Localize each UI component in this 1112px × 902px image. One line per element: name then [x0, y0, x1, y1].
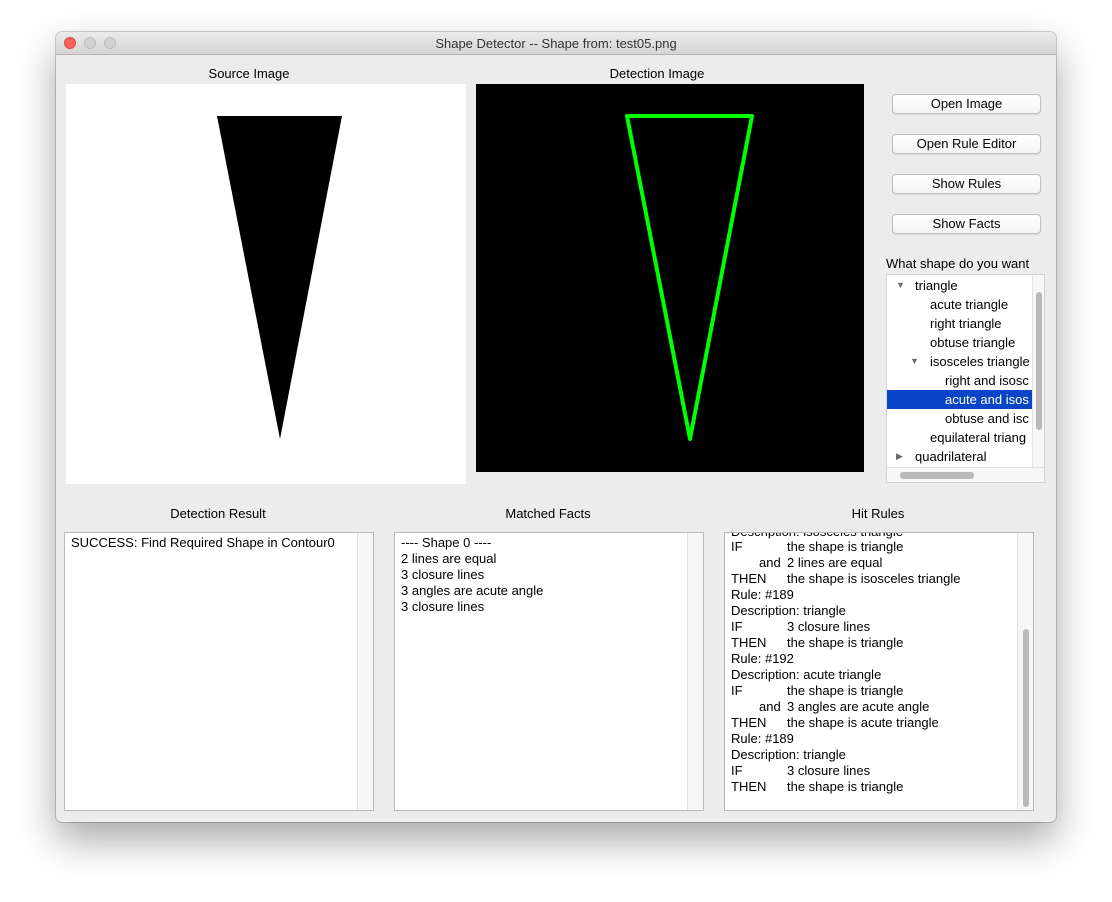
tree-vertical-scrollbar[interactable] [1032, 275, 1044, 467]
rule-keyword: and [759, 555, 781, 570]
detection-image-label: Detection Image [609, 66, 705, 81]
tree-item-label: obtuse triangle [930, 335, 1016, 350]
show-facts-button[interactable]: Show Facts [892, 214, 1041, 234]
tree-horizontal-scroll-thumb[interactable] [900, 472, 974, 479]
facts-vertical-scrollbar[interactable] [687, 533, 703, 810]
rule-keyword: and [759, 699, 781, 714]
detection-image [476, 84, 864, 472]
rule-text: the shape is triangle [787, 635, 904, 650]
rule-keyword: THEN [731, 571, 767, 586]
tree-item-obtuse-triangle[interactable]: obtuse triangle [887, 333, 1032, 352]
tree-item-label: quadrilateral [915, 449, 987, 464]
rule-keyword: THEN [731, 779, 767, 794]
source-image [66, 84, 466, 484]
rule-keyword: THEN [731, 635, 767, 650]
tree-vertical-scroll-thumb[interactable] [1036, 292, 1042, 430]
rule-line: Description: triangle [731, 603, 846, 618]
rule-line: IF the shape is triangle [731, 683, 903, 699]
rules-vertical-scroll-thumb[interactable] [1023, 629, 1029, 807]
rule-line: Description: acute triangle [731, 667, 882, 682]
tree-item-obtuse-and-isosceles[interactable]: obtuse and isc [887, 409, 1032, 428]
tree-item-triangle[interactable]: ▼ triangle [887, 276, 1032, 295]
result-line: SUCCESS: Find Required Shape in Contour0 [71, 535, 335, 550]
rule-line: Rule: #192 [731, 651, 794, 666]
rule-line: Rule: #189 [731, 731, 794, 746]
rule-line: Rule: #189 [731, 587, 794, 602]
tree-item-acute-and-isosceles[interactable]: acute and isos [887, 390, 1032, 409]
title-bar[interactable]: Shape Detector -- Shape from: test05.png [56, 32, 1056, 55]
tree-horizontal-scrollbar[interactable] [887, 467, 1044, 482]
rules-vertical-scrollbar[interactable] [1017, 533, 1033, 810]
rule-keyword: THEN [731, 715, 767, 730]
rule-text: 2 lines are equal [787, 555, 883, 570]
rule-line: and 2 lines are equal [731, 555, 882, 571]
rule-line: THEN the shape is triangle [731, 779, 903, 795]
rule-text: 3 closure lines [787, 763, 871, 778]
rule-text: the shape is isosceles triangle [787, 571, 961, 586]
hit-rules-textbox[interactable]: Description: isosceles triangle IFthe sh… [724, 532, 1034, 811]
result-vertical-scrollbar[interactable] [357, 533, 373, 810]
matched-facts-label: Matched Facts [505, 506, 591, 521]
fact-line: 2 lines are equal [401, 551, 497, 566]
detection-result-label: Detection Result [170, 506, 266, 521]
rule-text: the shape is triangle [787, 779, 904, 794]
rule-keyword: IF [731, 619, 743, 634]
rule-text: 3 angles are acute angle [787, 699, 930, 714]
shape-tree[interactable]: ▼ triangle acute triangle right triangle… [886, 274, 1045, 483]
fact-line: 3 closure lines [401, 567, 485, 582]
tree-item-label: triangle [915, 278, 958, 293]
fact-line: 3 angles are acute angle [401, 583, 544, 598]
app-window: Shape Detector -- Shape from: test05.png… [56, 32, 1056, 822]
fact-line: 3 closure lines [401, 599, 485, 614]
tree-item-label: right triangle [930, 316, 1002, 331]
rule-text: the shape is triangle [787, 539, 904, 554]
tree-item-right-and-isosceles[interactable]: right and isosc [887, 371, 1032, 390]
rule-line: THEN the shape is triangle [731, 635, 903, 651]
expanded-arrow-icon[interactable]: ▼ [910, 352, 919, 371]
rule-line: IF the shape is triangle [731, 539, 903, 555]
tree-item-label: acute triangle [930, 297, 1009, 312]
tree-item-acute-triangle[interactable]: acute triangle [887, 295, 1032, 314]
rule-keyword: IF [731, 539, 743, 554]
open-image-button[interactable]: Open Image [892, 94, 1041, 114]
rule-keyword: IF [731, 683, 743, 698]
fact-line: ---- Shape 0 ---- [401, 535, 492, 550]
rule-text: 3 closure lines [787, 619, 871, 634]
tree-item-right-triangle[interactable]: right triangle [887, 314, 1032, 333]
rule-line: and 3 angles are acute angle [731, 699, 929, 715]
tree-item-label: acute and isos [945, 392, 1029, 407]
tree-item-label: isosceles triangle [930, 354, 1030, 369]
detection-result-textbox[interactable]: SUCCESS: Find Required Shape in Contour0 [64, 532, 374, 811]
expanded-arrow-icon[interactable]: ▼ [896, 276, 905, 295]
source-image-label: Source Image [208, 66, 290, 81]
collapsed-arrow-icon[interactable]: ▶ [896, 447, 903, 466]
detected-contour-outline [625, 114, 754, 441]
rule-line: THEN the shape is isosceles triangle [731, 571, 960, 587]
rule-text: the shape is acute triangle [787, 715, 939, 730]
hit-rules-label: Hit Rules [851, 506, 905, 521]
rule-line: Description: triangle [731, 747, 846, 762]
rule-line: IF 3 closure lines [731, 619, 870, 635]
tree-item-equilateral-triangle[interactable]: equilateral triang [887, 428, 1032, 447]
tree-item-label: right and isosc [945, 373, 1029, 388]
tree-item-label: equilateral triang [930, 430, 1027, 445]
rule-text: the shape is triangle [787, 683, 904, 698]
tree-item-quadrilateral[interactable]: ▶ quadrilateral [887, 447, 1032, 466]
tree-item-label: obtuse and isc [945, 411, 1029, 426]
rule-keyword: IF [731, 763, 743, 778]
open-rule-editor-button[interactable]: Open Rule Editor [892, 134, 1041, 154]
tree-item-isosceles-triangle[interactable]: ▼ isosceles triangle [887, 352, 1032, 371]
rule-line: THEN the shape is acute triangle [731, 715, 939, 731]
window-title: Shape Detector -- Shape from: test05.png [435, 36, 677, 51]
show-rules-button[interactable]: Show Rules [892, 174, 1041, 194]
rule-line: IF 3 closure lines [731, 763, 870, 779]
source-triangle-shape [217, 116, 342, 439]
matched-facts-textbox[interactable]: ---- Shape 0 ---- 2 lines are equal 3 cl… [394, 532, 704, 811]
shape-prompt-label: What shape do you want [886, 256, 1030, 271]
